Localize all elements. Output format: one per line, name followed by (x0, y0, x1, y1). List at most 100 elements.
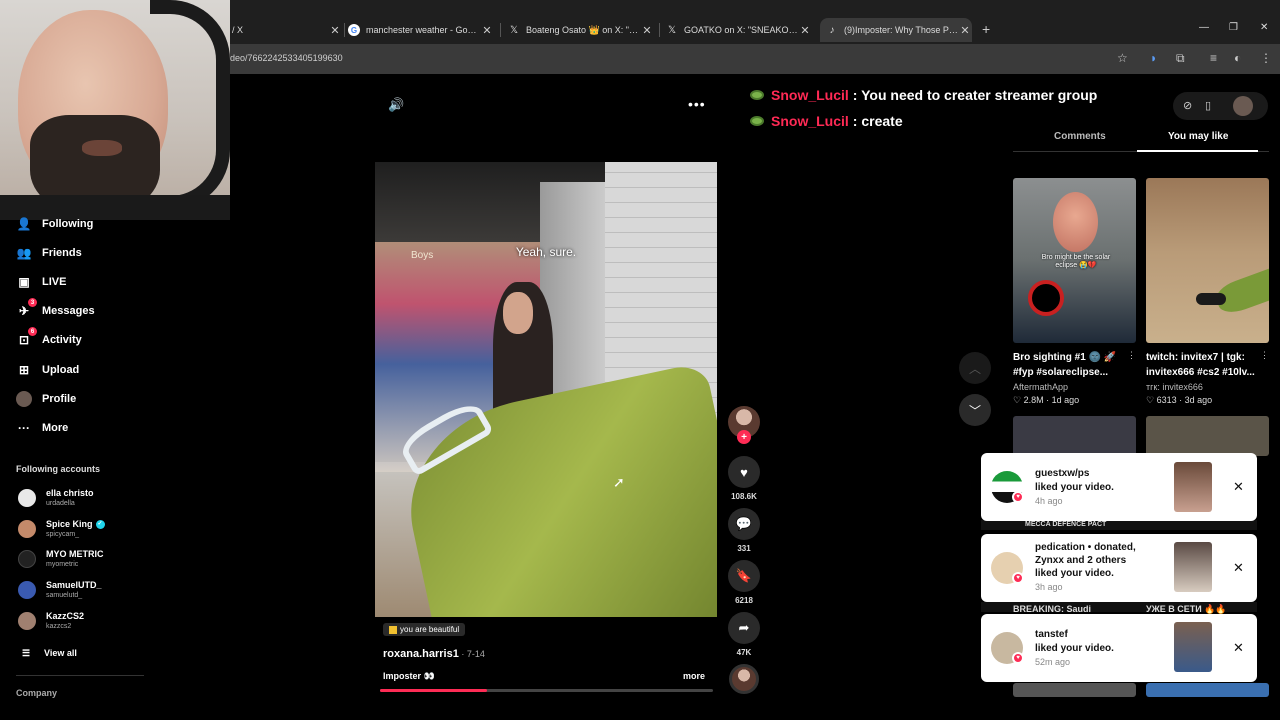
upload-icon: ⊞ (18, 363, 30, 377)
media-control-icon[interactable]: ≡ (1210, 51, 1217, 65)
video-progress-bar[interactable] (380, 689, 713, 692)
recommended-video-thumbnail[interactable] (1013, 416, 1136, 456)
save-button[interactable]: 🔖 6218 (727, 560, 761, 605)
notification-action: liked your video. (1035, 482, 1114, 493)
account-name: ella christo (46, 488, 94, 498)
video-player[interactable]: Boys Yeah, sure. ➚ (375, 162, 717, 617)
notification-toast[interactable]: ♥ pedication • donated, Zynxx and 2 othe… (981, 534, 1257, 602)
user-avatar[interactable] (1233, 96, 1253, 116)
google-icon: G (348, 24, 360, 36)
tab-title: (9)Imposter: Why Those Pants (844, 25, 958, 35)
browser-tab[interactable]: 𝕏 Boateng Osato 👑 on X: "Destroyed" ✕ (508, 18, 654, 42)
notification-time: 4h ago (1035, 496, 1063, 506)
sidebar-item-upload[interactable]: ⊞ Upload (16, 362, 79, 378)
tab-close-icon[interactable]: ✕ (328, 24, 342, 37)
webcam-overlay (0, 0, 230, 220)
mobile-icon[interactable]: ▯ (1205, 99, 1211, 112)
tab-close-icon[interactable]: ✕ (958, 24, 972, 37)
more-options-icon[interactable]: ⋮ (1260, 350, 1269, 361)
recommended-video-title[interactable]: twitch: invitex7 | tgk: invitex666 #cs2 … (1146, 350, 1258, 380)
tab-you-may-like[interactable]: You may like (1168, 131, 1228, 142)
more-options-icon[interactable]: ⋮ (1127, 350, 1136, 361)
restore-icon[interactable]: ❐ (1229, 22, 1238, 33)
sidebar-item-activity[interactable]: ⊡ 6 Activity (16, 327, 82, 348)
x-logo-icon: 𝕏 (509, 24, 519, 36)
sidebar-item-profile[interactable]: Profile (16, 391, 76, 407)
tab-close-icon[interactable]: ✕ (640, 24, 654, 37)
tab-close-icon[interactable]: ✕ (798, 24, 812, 37)
author-name[interactable]: roxana.harris1 (383, 648, 459, 660)
recommended-video-thumbnail[interactable] (1013, 683, 1136, 697)
url-text[interactable]: deo/7662242533405199630 (230, 53, 343, 63)
profile-icon (16, 391, 32, 407)
chat-username: Snow_Lucil (771, 87, 849, 103)
recommended-video-author[interactable]: тгк: invitex666 (1146, 382, 1203, 392)
bookmark-star-icon[interactable]: ☆ (1117, 51, 1128, 65)
sound-disc[interactable] (729, 664, 759, 694)
video-author[interactable]: roxana.harris1 · 7-14 (383, 648, 485, 660)
recommended-video-thumbnail[interactable] (1146, 416, 1269, 456)
heart-outline-icon: ♡ (1013, 395, 1022, 405)
follow-plus-icon[interactable]: + (737, 430, 751, 444)
browser-tab-active[interactable]: ♪ (9)Imposter: Why Those Pants ✕ (820, 18, 972, 42)
comment-icon: 💬 (728, 508, 760, 540)
chat-text: : create (852, 113, 903, 129)
following-account[interactable]: KazzCS2 kazzcs2 (18, 611, 84, 631)
notification-toast[interactable]: ♥ tanstef liked your video. 52m ago ✕ (981, 614, 1257, 682)
more-options-icon[interactable]: ••• (688, 96, 706, 112)
browser-tab[interactable]: 𝕏 GOATKO on X: "SNEAKO calls out" ✕ (666, 18, 812, 42)
recommended-video-title[interactable]: Bro sighting #1 🌚 🚀 #fyp #solareclipse..… (1013, 350, 1125, 380)
description-more-link[interactable]: more (683, 671, 705, 681)
tab-title: GOATKO on X: "SNEAKO calls out" (684, 25, 798, 35)
tab-comments[interactable]: Comments (1054, 131, 1106, 142)
sidebar-item-messages[interactable]: ✈ 3 Messages (16, 298, 95, 319)
chat-emote-icon (750, 116, 764, 126)
profile-avatar-icon[interactable]: ◐ (1234, 51, 1241, 65)
save-count: 6218 (735, 596, 753, 605)
comment-button[interactable]: 💬 331 (727, 508, 761, 553)
following-account[interactable]: ella christo urdadella (18, 488, 94, 508)
video-sticker[interactable]: you are beautiful (383, 623, 466, 636)
company-link[interactable]: Company (16, 688, 57, 698)
sidebar-item-live[interactable]: ▣ LIVE (16, 274, 66, 290)
browser-tab[interactable]: / X ✕ (232, 18, 342, 42)
following-account[interactable]: Spice King ✓ spicycam_ (18, 519, 105, 539)
recommended-video-thumbnail[interactable]: Bro might be the solar eclipse 😭💔 (1013, 178, 1136, 343)
recommended-video-thumbnail[interactable] (1146, 178, 1269, 343)
extension-icon[interactable]: ◗ (1150, 51, 1157, 65)
compass-icon[interactable]: ⊘ (1183, 99, 1192, 112)
recommended-video-author[interactable]: AftermathApp (1013, 382, 1068, 392)
like-button[interactable]: ♥ 108.6K (727, 456, 761, 501)
sidebar-item-label: Profile (42, 393, 77, 405)
notification-toast[interactable]: ♥ guestxw/ps liked your video. 4h ago ✕ (981, 453, 1257, 521)
sidebar-item-label: Upload (42, 364, 80, 376)
view-all-link[interactable]: ☰ View all (20, 645, 77, 661)
close-icon[interactable]: ✕ (1233, 640, 1244, 656)
volume-icon[interactable]: 🔊 (388, 97, 404, 113)
following-account[interactable]: SamuelUTD_ samuelutd_ (18, 580, 102, 600)
following-account[interactable]: MYO METRIC myometric (18, 549, 104, 569)
sidebar-item-friends[interactable]: 👥 Friends (16, 245, 82, 261)
previous-video-button[interactable]: ︿ (959, 352, 991, 384)
sidebar-item-following[interactable]: 👤 Following (16, 216, 94, 232)
browser-menu-icon[interactable]: ⋮ (1260, 51, 1272, 65)
new-tab-button[interactable]: + (982, 21, 990, 37)
active-tab-indicator (1137, 150, 1258, 152)
sidebar-item-more[interactable]: ··· More (16, 420, 68, 436)
recommended-video-thumbnail[interactable] (1146, 683, 1269, 697)
extensions-puzzle-icon[interactable]: ⧉ (1176, 51, 1185, 66)
avatar (18, 581, 36, 599)
sidebar-item-label: Friends (42, 247, 82, 259)
close-icon[interactable]: ✕ (1233, 560, 1244, 576)
minimize-icon[interactable]: — (1199, 22, 1209, 33)
close-window-icon[interactable]: ✕ (1260, 22, 1268, 33)
tab-close-icon[interactable]: ✕ (480, 24, 494, 37)
share-icon: ➦ (728, 612, 760, 644)
right-panel-tabs: Comments You may like (1013, 128, 1269, 152)
next-video-button[interactable]: ﹀ (959, 394, 991, 426)
close-icon[interactable]: ✕ (1233, 479, 1244, 495)
share-button[interactable]: ➦ 47K (727, 612, 761, 657)
browser-tab[interactable]: G manchester weather - Google Search ✕ (348, 18, 494, 42)
notification-user: pedication • donated, Zynxx and 2 others (1035, 542, 1136, 566)
video-age: 3d ago (1184, 395, 1213, 405)
